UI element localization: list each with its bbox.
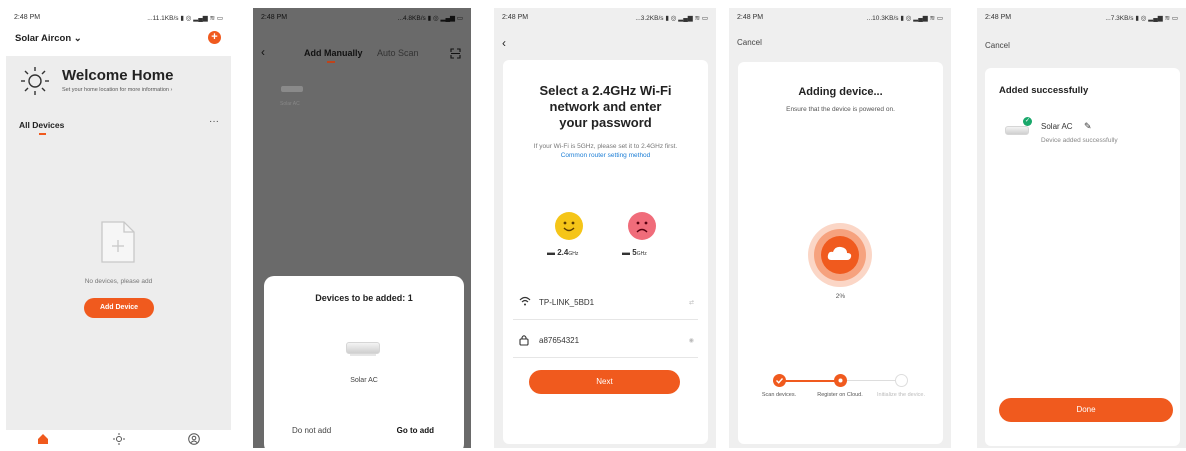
happy-face-icon	[555, 212, 583, 240]
next-button[interactable]: Next	[529, 370, 680, 394]
bottom-nav	[6, 430, 231, 448]
router-icon: ▬	[622, 248, 630, 257]
go-to-add-button[interactable]: Go to add	[397, 426, 434, 435]
add-manually-screen: 2:48 PM ...4.8KB/s ▮ ◎ ▂▄▆ ▭ ‹ Add Manua…	[253, 8, 471, 448]
device-name: Solar AC	[350, 377, 378, 384]
device-shadow	[350, 354, 376, 356]
add-device-button[interactable]: Add Device	[84, 298, 154, 318]
chevron-down-icon: ⌄	[73, 33, 82, 44]
device-list-label: Solar AC	[280, 101, 300, 107]
status-time: 2:48 PM	[14, 14, 41, 21]
home-icon[interactable]	[37, 433, 49, 445]
add-plus-icon[interactable]: +	[208, 31, 221, 44]
status-time: 2:48 PM	[985, 14, 1012, 21]
device-image	[1005, 126, 1029, 135]
device-name: Solar AC	[1041, 122, 1073, 131]
check-icon: ✓	[1023, 117, 1032, 126]
cancel-button[interactable]: Cancel	[737, 38, 762, 47]
password-field[interactable]: a87654321 ◉	[513, 324, 698, 358]
status-signal: ...11.1KB/s ▮ ◎ ▂▄▆ ≋ ▭	[147, 15, 223, 22]
wifi-screen: 2:48 PM ...3.2KB/s ▮ ◎ ▂▄▆ ≋ ▭ ‹ Select …	[494, 8, 716, 448]
edit-pencil-icon[interactable]: ✎	[1084, 121, 1092, 132]
status-bar: 2:48 PM ...4.8KB/s ▮ ◎ ▂▄▆ ▭	[261, 14, 463, 24]
bottom-sheet: Devices to be added: 1 Solar AC Do not a…	[264, 276, 464, 448]
more-icon[interactable]: ···	[209, 116, 219, 127]
adding-subtitle: Ensure that the device is powered on.	[786, 106, 895, 113]
tab-add-manually[interactable]: Add Manually	[304, 48, 363, 58]
ssid-field[interactable]: TP-LINK_5BD1 ⇄	[513, 286, 698, 320]
sun-icon	[20, 66, 50, 96]
status-time: 2:48 PM	[737, 14, 764, 21]
status-time: 2:48 PM	[261, 14, 288, 21]
status-signal: ...4.8KB/s ▮ ◎ ▂▄▆ ▭	[397, 15, 463, 22]
tab-underline	[327, 61, 335, 63]
wifi-icon	[519, 296, 531, 306]
adding-screen: 2:48 PM ...10.3KB/s ▮ ◎ ▂▄▆ ≋ ▭ Cancel A…	[729, 8, 951, 448]
status-bar: 2:48 PM ...3.2KB/s ▮ ◎ ▂▄▆ ≋ ▭	[502, 14, 708, 24]
empty-state-text: No devices, please add	[84, 278, 153, 285]
success-heading: Added successfully	[999, 85, 1089, 96]
home-selector[interactable]: Solar Aircon ⌄	[15, 33, 82, 44]
tab-auto-scan[interactable]: Auto Scan	[377, 48, 419, 58]
success-screen: 2:48 PM ...7.3KB/s ▮ ◎ ▂▄▆ ≋ ▭ Cancel Ad…	[977, 8, 1186, 448]
band-5ghz: ▬ 5GHz	[622, 248, 647, 257]
status-signal: ...7.3KB/s ▮ ◎ ▂▄▆ ≋ ▭	[1105, 15, 1178, 22]
lock-icon	[519, 334, 529, 346]
do-not-add-button[interactable]: Do not add	[292, 426, 331, 435]
empty-document-icon	[100, 220, 136, 264]
step-1-check-icon	[773, 374, 786, 387]
progress-line-pending	[840, 380, 900, 381]
done-button[interactable]: Done	[999, 398, 1173, 422]
back-icon[interactable]: ‹	[261, 45, 265, 59]
step-label-register: Register on Cloud.	[817, 392, 863, 398]
sad-face-icon	[628, 212, 656, 240]
step-label-scan: Scan devices.	[761, 392, 797, 398]
sheet-title: Devices to be added: 1	[315, 293, 413, 303]
ssid-value: TP-LINK_5BD1	[539, 298, 595, 307]
status-bar: 2:48 PM ...11.1KB/s ▮ ◎ ▂▄▆ ≋ ▭	[14, 14, 223, 24]
tab-underline	[39, 133, 46, 135]
step-2-active-icon	[834, 374, 847, 387]
profile-icon[interactable]	[188, 433, 200, 445]
sun-icon[interactable]	[113, 433, 125, 445]
home-screen: 2:48 PM ...11.1KB/s ▮ ◎ ▂▄▆ ≋ ▭ Solar Ai…	[6, 8, 231, 448]
device-image	[346, 342, 380, 354]
device-thumbnail[interactable]	[281, 86, 303, 92]
step-label-initialize: Initialize the device.	[877, 392, 925, 398]
progress-percent: 2%	[835, 293, 846, 300]
status-signal: ...10.3KB/s ▮ ◎ ▂▄▆ ≋ ▭	[866, 15, 943, 22]
progress-line-done	[780, 380, 840, 382]
adding-card: Adding device... Ensure that the device …	[738, 62, 943, 444]
band-2-4ghz: ▬ 2.4GHz	[547, 248, 579, 257]
switch-network-icon[interactable]: ⇄	[689, 299, 694, 306]
status-time: 2:48 PM	[502, 14, 529, 21]
welcome-title: Welcome Home	[62, 67, 174, 84]
router-setting-link[interactable]: Common router setting method	[561, 152, 651, 159]
wifi-heading: Select a 2.4GHz Wi-Fi network and enter …	[539, 83, 672, 130]
status-signal: ...3.2KB/s ▮ ◎ ▂▄▆ ≋ ▭	[635, 15, 708, 22]
router-icon: ▬	[547, 248, 555, 257]
scan-icon[interactable]	[450, 48, 461, 59]
cloud-icon	[807, 222, 873, 288]
welcome-subtitle[interactable]: Set your home location for more informat…	[62, 87, 172, 93]
status-bar: 2:48 PM ...7.3KB/s ▮ ◎ ▂▄▆ ≋ ▭	[985, 14, 1178, 24]
password-value: a87654321	[539, 336, 580, 345]
status-bar: 2:48 PM ...10.3KB/s ▮ ◎ ▂▄▆ ≋ ▭	[737, 14, 943, 24]
device-status: Device added successfully	[1041, 137, 1118, 144]
back-icon[interactable]: ‹	[502, 36, 506, 50]
step-3-pending-icon	[895, 374, 908, 387]
cancel-button[interactable]: Cancel	[985, 41, 1010, 50]
wifi-hint: If your Wi-Fi is 5GHz, please set it to …	[533, 143, 678, 159]
tab-all-devices[interactable]: All Devices	[19, 120, 64, 130]
success-card: Added successfully ✓ Solar AC ✎ Device a…	[985, 68, 1180, 446]
wifi-card: Select a 2.4GHz Wi-Fi network and enter …	[503, 60, 708, 444]
adding-heading: Adding device...	[798, 86, 883, 98]
eye-icon[interactable]: ◉	[689, 337, 694, 344]
